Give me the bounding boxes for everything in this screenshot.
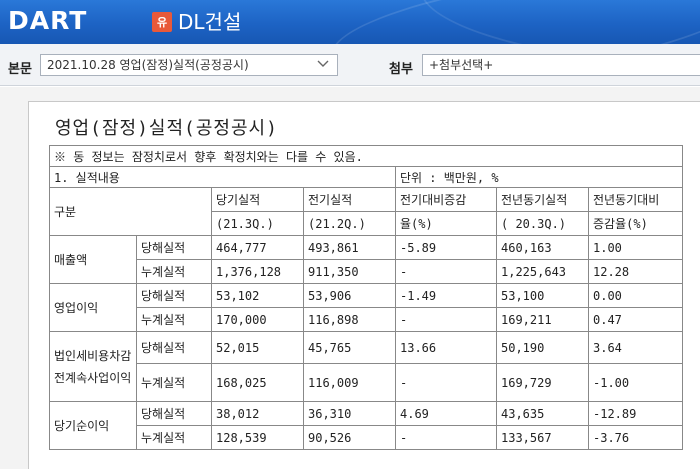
company-name: DL건설 xyxy=(178,10,242,34)
row-group-label: 매출액 xyxy=(49,235,137,284)
row-type: 누계실적 xyxy=(136,259,212,284)
cell-current: 1,376,128 xyxy=(211,259,304,284)
cell-yoy-prev: 1,225,643 xyxy=(496,259,589,284)
cell-current: 170,000 xyxy=(211,307,304,332)
attach-label: 첨부 xyxy=(389,62,413,77)
cell-qoq: - xyxy=(395,307,497,332)
row-type: 당해실적 xyxy=(136,235,212,260)
cell-qoq: -5.89 xyxy=(395,235,497,260)
row-type: 누계실적 xyxy=(136,307,212,332)
row-type: 누계실적 xyxy=(136,363,212,402)
cell-previous: 36,310 xyxy=(303,401,396,426)
cell-yoy: 0.00 xyxy=(588,283,683,308)
row-type: 누계실적 xyxy=(136,425,212,450)
cell-previous: 911,350 xyxy=(303,259,396,284)
report-label: 본문 xyxy=(8,62,32,77)
row-type: 당해실적 xyxy=(136,331,212,364)
logo-text: DART xyxy=(8,6,88,35)
cell-previous: 116,898 xyxy=(303,307,396,332)
table-row: 당기순이익 당해실적 38,012 36,310 4.69 43,635 -12… xyxy=(49,401,683,450)
row-type: 당해실적 xyxy=(136,401,212,426)
row-group-label: 법인세비용차감전계속사업이익 xyxy=(49,331,137,402)
cell-yoy: -12.89 xyxy=(588,401,683,426)
cell-qoq: 4.69 xyxy=(395,401,497,426)
cell-yoy-prev: 133,567 xyxy=(496,425,589,450)
section-title: 1. 실적내용 xyxy=(49,166,396,188)
cell-previous: 493,861 xyxy=(303,235,396,260)
cell-previous: 45,765 xyxy=(303,331,396,364)
attach-select-value: +첨부선택+ xyxy=(429,58,494,72)
cell-yoy-prev: 53,100 xyxy=(496,283,589,308)
cell-yoy: -1.00 xyxy=(588,363,683,402)
cell-yoy: 1.00 xyxy=(588,235,683,260)
cell-yoy-prev: 169,729 xyxy=(496,363,589,402)
row-group-label: 당기순이익 xyxy=(49,401,137,450)
attach-select[interactable]: +첨부선택+ xyxy=(422,54,700,76)
notice-text: ※ 동 정보는 잠정치로서 향후 확정치와는 다를 수 있음. xyxy=(49,145,683,167)
cell-yoy-prev: 50,190 xyxy=(496,331,589,364)
cell-qoq: - xyxy=(395,259,497,284)
unit-label: 단위 : 백만원, % xyxy=(395,166,683,188)
cell-current: 464,777 xyxy=(211,235,304,260)
cell-yoy: 0.47 xyxy=(588,307,683,332)
cell-previous: 116,009 xyxy=(303,363,396,402)
report-select[interactable]: 2021.10.28 영업(잠정)실적(공정공시) xyxy=(40,54,338,76)
cell-qoq: - xyxy=(395,363,497,402)
table-row: 누계실적 128,539 90,526 - 133,567 -3.76 xyxy=(50,425,683,450)
cell-yoy: 3.64 xyxy=(588,331,683,364)
header-qoq: 전기대비증감 xyxy=(395,187,497,212)
results-table: ※ 동 정보는 잠정치로서 향후 확정치와는 다를 수 있음. 1. 실적내용 … xyxy=(49,145,683,450)
header-yoy-prev-period: ( 20.3Q.) xyxy=(496,211,589,236)
cell-yoy: -3.76 xyxy=(588,425,683,450)
row-group-label: 영업이익 xyxy=(49,283,137,332)
cell-qoq: 13.66 xyxy=(395,331,497,364)
header-category: 구분 xyxy=(49,187,212,236)
cell-qoq: -1.49 xyxy=(395,283,497,308)
header-yoy: 전년동기대비 xyxy=(588,187,683,212)
table-row: 법인세비용차감전계속사업이익 당해실적 52,015 45,765 13.66 … xyxy=(49,331,683,402)
table-row: 누계실적 168,025 116,009 - 169,729 -1.00 xyxy=(50,363,683,402)
cell-current: 38,012 xyxy=(211,401,304,426)
cell-previous: 53,906 xyxy=(303,283,396,308)
cell-yoy-prev: 43,635 xyxy=(496,401,589,426)
cell-yoy-prev: 460,163 xyxy=(496,235,589,260)
table-row: 누계실적 1,376,128 911,350 - 1,225,643 12.28 xyxy=(50,259,683,284)
table-row: 영업이익 당해실적 53,102 53,906 -1.49 53,100 0.0… xyxy=(49,283,683,332)
cell-yoy-prev: 169,211 xyxy=(496,307,589,332)
header-previous: 전기실적 xyxy=(303,187,396,212)
cell-yoy: 12.28 xyxy=(588,259,683,284)
chevron-down-icon xyxy=(317,60,329,67)
header-previous-period: (21.2Q.) xyxy=(303,211,396,236)
header-current: 당기실적 xyxy=(211,187,304,212)
row-type: 당해실적 xyxy=(136,283,212,308)
header-yoy-unit: 증감율(%) xyxy=(588,211,683,236)
cell-current: 52,015 xyxy=(211,331,304,364)
document-panel: 영업(잠정)실적(공정공시) ※ 동 정보는 잠정치로서 향후 확정치와는 다를… xyxy=(28,101,700,469)
report-selector-bar: 본문 2021.10.28 영업(잠정)실적(공정공시) 첨부 +첨부선택+ xyxy=(0,44,700,86)
header-current-period: (21.3Q.) xyxy=(211,211,304,236)
header-qoq-unit: 율(%) xyxy=(395,211,497,236)
cell-qoq: - xyxy=(395,425,497,450)
cell-current: 168,025 xyxy=(211,363,304,402)
report-select-value: 2021.10.28 영업(잠정)실적(공정공시) xyxy=(47,58,249,72)
cell-current: 53,102 xyxy=(211,283,304,308)
table-row: 누계실적 170,000 116,898 - 169,211 0.47 xyxy=(50,307,683,332)
cell-previous: 90,526 xyxy=(303,425,396,450)
market-badge: 유 xyxy=(152,12,172,32)
document-title: 영업(잠정)실적(공정공시) xyxy=(55,118,278,139)
header-yoy-prev: 전년동기실적 xyxy=(496,187,589,212)
dart-logo[interactable]: DART xyxy=(8,6,87,36)
top-header: DART 유 DL건설 xyxy=(0,0,700,44)
table-row: 매출액 당해실적 464,777 493,861 -5.89 460,163 1… xyxy=(49,235,683,284)
cell-current: 128,539 xyxy=(211,425,304,450)
